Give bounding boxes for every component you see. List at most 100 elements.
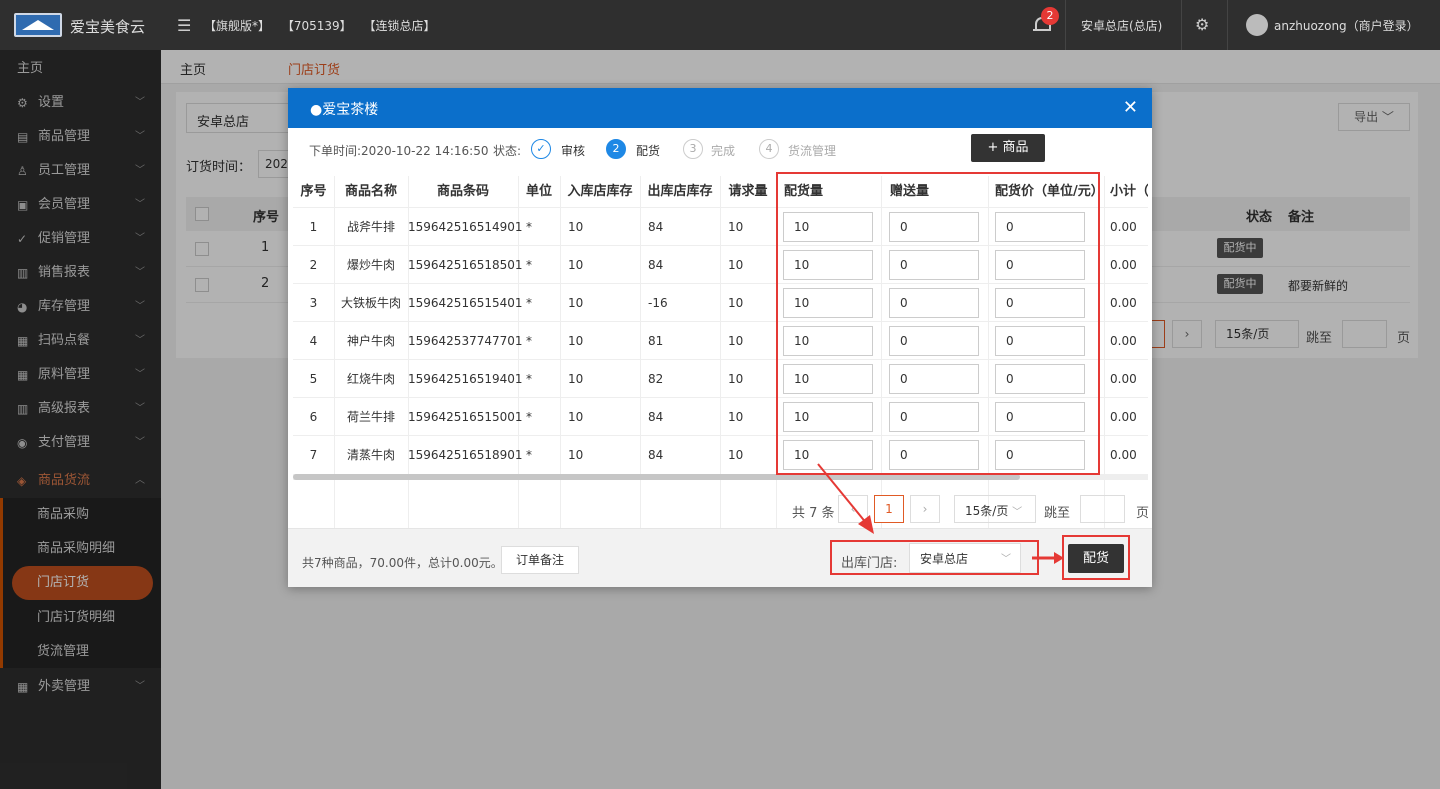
close-icon[interactable]: ✕	[1123, 97, 1138, 118]
divider	[1065, 0, 1066, 50]
row-unit: *	[526, 258, 532, 272]
notification-badge: 2	[1041, 7, 1059, 25]
column-header-name: 商品名称	[344, 184, 397, 199]
row-code: 159642516514901	[408, 220, 523, 234]
jump-input[interactable]	[1080, 495, 1125, 523]
row-name: 大铁板牛肉	[340, 296, 401, 310]
qty-input[interactable]: 10	[783, 212, 873, 242]
table-row: 6 荷兰牛排 159642516515001 * 10 84 10 10 0 0…	[293, 397, 1148, 435]
gift-input[interactable]: 0	[889, 364, 979, 394]
row-code: 159642516515001	[408, 410, 523, 424]
row-seq: 7	[309, 448, 318, 462]
price-input[interactable]: 0	[995, 212, 1085, 242]
row-seq: 5	[309, 372, 318, 386]
price-input[interactable]: 0	[995, 288, 1085, 318]
step-distribute: 配货	[636, 144, 661, 158]
price-input[interactable]: 0	[995, 250, 1085, 280]
row-unit: *	[526, 296, 532, 310]
prev-page-button[interactable]: ‹	[838, 495, 868, 523]
outstore-value: 安卓总店	[920, 552, 969, 566]
row-subtotal: 0.00	[1110, 372, 1137, 386]
price-input[interactable]: 0	[995, 364, 1085, 394]
price-input[interactable]: 0	[995, 326, 1085, 356]
row-seq: 2	[309, 258, 318, 272]
qty-input[interactable]: 10	[783, 288, 873, 318]
row-name: 荷兰牛排	[346, 410, 395, 424]
current-store[interactable]: 安卓总店(总店)	[1081, 17, 1162, 34]
row-in-stock: 10	[568, 448, 584, 462]
column-header-seq: 序号	[300, 184, 327, 199]
edition-tag: 【旗舰版*】	[204, 19, 271, 33]
row-subtotal: 0.00	[1110, 258, 1137, 272]
brand-name: 爱宝美食云	[70, 18, 146, 36]
qty-input[interactable]: 10	[783, 326, 873, 356]
row-subtotal: 0.00	[1110, 334, 1137, 348]
user-name[interactable]: anzhuozong（商户登录）	[1274, 17, 1419, 34]
price-input[interactable]: 0	[995, 402, 1085, 432]
divider	[1181, 0, 1182, 50]
row-code: 159642516518501	[408, 258, 523, 272]
gift-input[interactable]: 0	[889, 402, 979, 432]
modal-header: ●爱宝茶楼 ✕	[288, 88, 1152, 128]
avatar[interactable]	[1246, 14, 1268, 36]
row-unit: *	[526, 410, 532, 424]
add-goods-button[interactable]: + 商品	[971, 134, 1045, 162]
distribute-button[interactable]: 配货	[1068, 544, 1124, 573]
gift-input[interactable]: 0	[889, 250, 979, 280]
row-name: 红烧牛肉	[346, 372, 395, 386]
row-code: 159642537747701	[408, 334, 523, 348]
row-name: 神户牛肉	[346, 334, 395, 348]
qty-input[interactable]: 10	[783, 440, 873, 470]
column-header-unit: 单位	[525, 184, 552, 199]
row-in-stock: 10	[568, 410, 584, 424]
qty-input[interactable]: 10	[783, 402, 873, 432]
distribution-modal: ●爱宝茶楼 ✕ 下单时间:2020-10-22 14:16:50 状态: ✓ 审…	[288, 88, 1152, 587]
row-out-stock: -16	[648, 296, 668, 310]
gift-input[interactable]: 0	[889, 440, 979, 470]
row-name: 爆炒牛肉	[346, 258, 395, 272]
modal-overlay-sidebar	[0, 50, 161, 789]
modal-footer: 共7种商品，70.00件，总计0.00元。 订单备注 出库门店: 安卓总店 ﹀ 配…	[288, 528, 1152, 587]
qty-input[interactable]: 10	[783, 250, 873, 280]
next-page-button[interactable]: ›	[910, 495, 940, 523]
order-summary: 共7种商品，70.00件，总计0.00元。	[302, 556, 503, 570]
row-in-stock: 10	[568, 296, 584, 310]
order-remark-button[interactable]: 订单备注	[501, 546, 579, 574]
column-header-request: 请求量	[728, 184, 768, 199]
row-in-stock: 10	[568, 220, 584, 234]
chevron-down-icon: ﹀	[1012, 507, 1023, 518]
step-number: 2	[606, 139, 626, 159]
table-row: 2 爆炒牛肉 159642516518501 * 10 84 10 10 0 0…	[293, 245, 1148, 283]
step-review: 审核	[561, 144, 586, 158]
row-unit: *	[526, 372, 532, 386]
price-input[interactable]: 0	[995, 440, 1085, 470]
row-seq: 4	[309, 334, 318, 348]
top-bar: 爱宝美食云 ☰ 【旗舰版*】 【705139】 【连锁总店】 2 安卓总店(总店…	[0, 0, 1440, 50]
step-number: 3	[683, 139, 703, 159]
row-code: 159642516515401	[408, 296, 523, 310]
order-time: 下单时间:2020-10-22 14:16:50	[309, 144, 489, 158]
menu-toggle-icon[interactable]: ☰	[177, 16, 191, 35]
gift-input[interactable]: 0	[889, 326, 979, 356]
settings-gear-icon[interactable]: ⚙	[1195, 15, 1209, 34]
page-current[interactable]: 1	[874, 495, 904, 523]
gift-input[interactable]: 0	[889, 212, 979, 242]
horizontal-scrollbar[interactable]	[293, 474, 1148, 480]
qty-input[interactable]: 10	[783, 364, 873, 394]
step-complete: 完成	[711, 144, 736, 158]
gift-input[interactable]: 0	[889, 288, 979, 318]
column-header-qty: 配货量	[784, 184, 824, 199]
row-out-stock: 84	[648, 410, 664, 424]
row-out-stock: 84	[648, 258, 664, 272]
column-header-code: 商品条码	[436, 184, 489, 199]
column-header-gift: 赠送量	[890, 184, 930, 199]
row-out-stock: 84	[648, 220, 664, 234]
step-check-icon: ✓	[531, 139, 551, 159]
row-unit: *	[526, 448, 532, 462]
outstore-select[interactable]: 安卓总店 ﹀	[909, 543, 1021, 573]
page-size-select[interactable]: 15条/页 ﹀	[954, 495, 1036, 523]
row-in-stock: 10	[568, 372, 584, 386]
scrollbar-thumb[interactable]	[293, 474, 1020, 480]
row-seq: 1	[309, 220, 318, 234]
row-name: 清蒸牛肉	[346, 448, 395, 462]
